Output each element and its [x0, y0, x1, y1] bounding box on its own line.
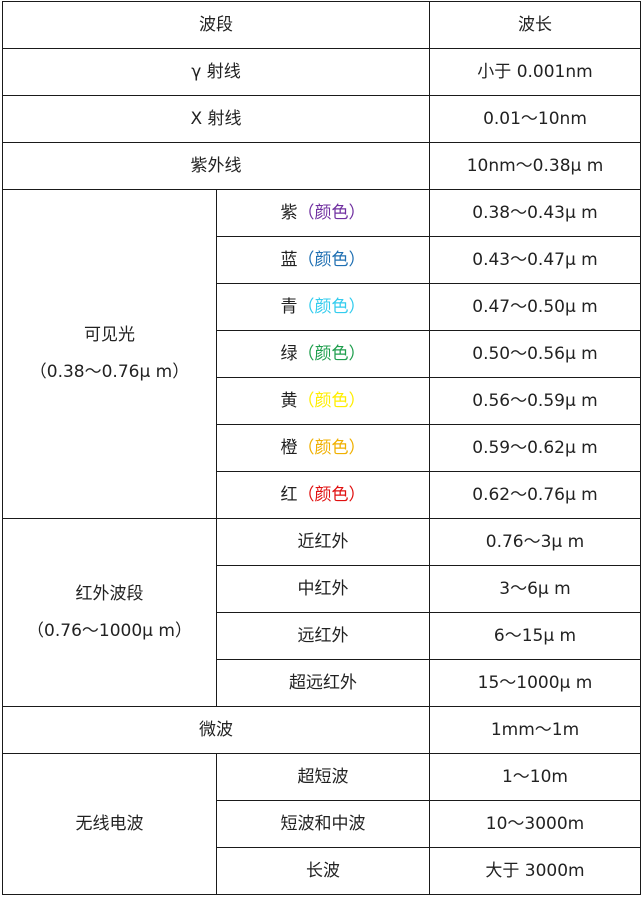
color-note: （颜色） — [297, 484, 366, 505]
color-note: （颜色） — [297, 296, 366, 317]
sub-band-name: 中红外 — [216, 565, 430, 613]
infrared-group-cell: 红外波段 （0.76～1000μ m） — [2, 518, 217, 707]
group-name: 红外波段 — [75, 583, 144, 604]
table-row: 无线电波 超短波 1～10m — [2, 753, 641, 895]
visible-group-cell: 可见光 （0.38～0.76μ m） — [2, 189, 217, 519]
sub-band-wavelength: 10～3000m — [429, 800, 641, 848]
sub-band-wavelength: 大于 3000m — [429, 847, 641, 895]
color-name: 红 — [280, 484, 298, 505]
color-name: 绿 — [280, 343, 298, 364]
sub-band-name: 长波 — [216, 847, 430, 895]
group-range: （0.76～1000μ m） — [27, 620, 192, 641]
sub-band-wavelength: 6～15μ m — [429, 612, 641, 660]
color-note: （颜色） — [297, 390, 366, 411]
radio-group-cell: 无线电波 — [2, 753, 217, 895]
color-cell: 青（颜色） — [216, 283, 430, 331]
group-name: 可见光 — [84, 325, 135, 346]
table-row: 微波 1mm～1m — [2, 706, 641, 754]
sub-band-name: 短波和中波 — [216, 800, 430, 848]
band-name: γ 射线 — [2, 48, 430, 96]
color-cell: 红（颜色） — [216, 471, 430, 519]
color-note: （颜色） — [297, 249, 366, 270]
header-band: 波段 — [2, 1, 430, 49]
band-wavelength: 0.01～10nm — [429, 95, 641, 143]
group-range: （0.38～0.76μ m） — [29, 362, 190, 382]
band-name: 微波 — [2, 706, 430, 754]
table-row: 红外波段 （0.76～1000μ m） 近红外 0.76～3μ m — [2, 518, 641, 707]
color-note: （颜色） — [297, 343, 366, 364]
table-row: 紫外线 10nm～0.38μ m — [2, 142, 641, 190]
sub-band-wavelength: 15～1000μ m — [429, 659, 641, 707]
sub-band-name: 超短波 — [216, 753, 430, 801]
color-wavelength: 0.62～0.76μ m — [429, 471, 641, 519]
header-row: 波段 波长 — [2, 1, 641, 49]
color-cell: 黄（颜色） — [216, 377, 430, 425]
header-wavelength: 波长 — [429, 1, 641, 49]
color-wavelength: 0.38～0.43μ m — [429, 189, 641, 237]
table-row: 可见光 （0.38～0.76μ m） 紫（颜色） 0.38～0.43μ m — [2, 189, 641, 519]
color-cell: 蓝（颜色） — [216, 236, 430, 284]
color-name: 青 — [280, 296, 298, 317]
sub-band-wavelength: 3～6μ m — [429, 565, 641, 613]
band-name: X 射线 — [2, 95, 430, 143]
sub-band-name: 远红外 — [216, 612, 430, 660]
color-wavelength: 0.43～0.47μ m — [429, 236, 641, 284]
color-name: 蓝 — [280, 249, 298, 270]
table-row: γ 射线 小于 0.001nm — [2, 48, 641, 96]
color-wavelength: 0.59～0.62μ m — [429, 424, 641, 472]
color-name: 黄 — [280, 390, 298, 411]
band-name: 紫外线 — [2, 142, 430, 190]
color-note: （颜色） — [297, 202, 366, 223]
color-wavelength: 0.50～0.56μ m — [429, 330, 641, 378]
band-wavelength: 10nm～0.38μ m — [429, 142, 641, 190]
sub-band-name: 近红外 — [216, 518, 430, 566]
color-wavelength: 0.56～0.59μ m — [429, 377, 641, 425]
color-name: 橙 — [280, 437, 298, 458]
spectrum-table: 波段 波长 γ 射线 小于 0.001nm X 射线 0.01～10nm 紫外线… — [2, 1, 641, 895]
sub-band-wavelength: 1～10m — [429, 753, 641, 801]
band-wavelength: 小于 0.001nm — [429, 48, 641, 96]
sub-band-name: 超远红外 — [216, 659, 430, 707]
color-note: （颜色） — [297, 437, 366, 458]
color-name: 紫 — [280, 202, 298, 223]
band-wavelength: 1mm～1m — [429, 706, 641, 754]
color-cell: 橙（颜色） — [216, 424, 430, 472]
color-wavelength: 0.47～0.50μ m — [429, 283, 641, 331]
color-cell: 绿（颜色） — [216, 330, 430, 378]
table-row: X 射线 0.01～10nm — [2, 95, 641, 143]
sub-band-wavelength: 0.76～3μ m — [429, 518, 641, 566]
color-cell: 紫（颜色） — [216, 189, 430, 237]
